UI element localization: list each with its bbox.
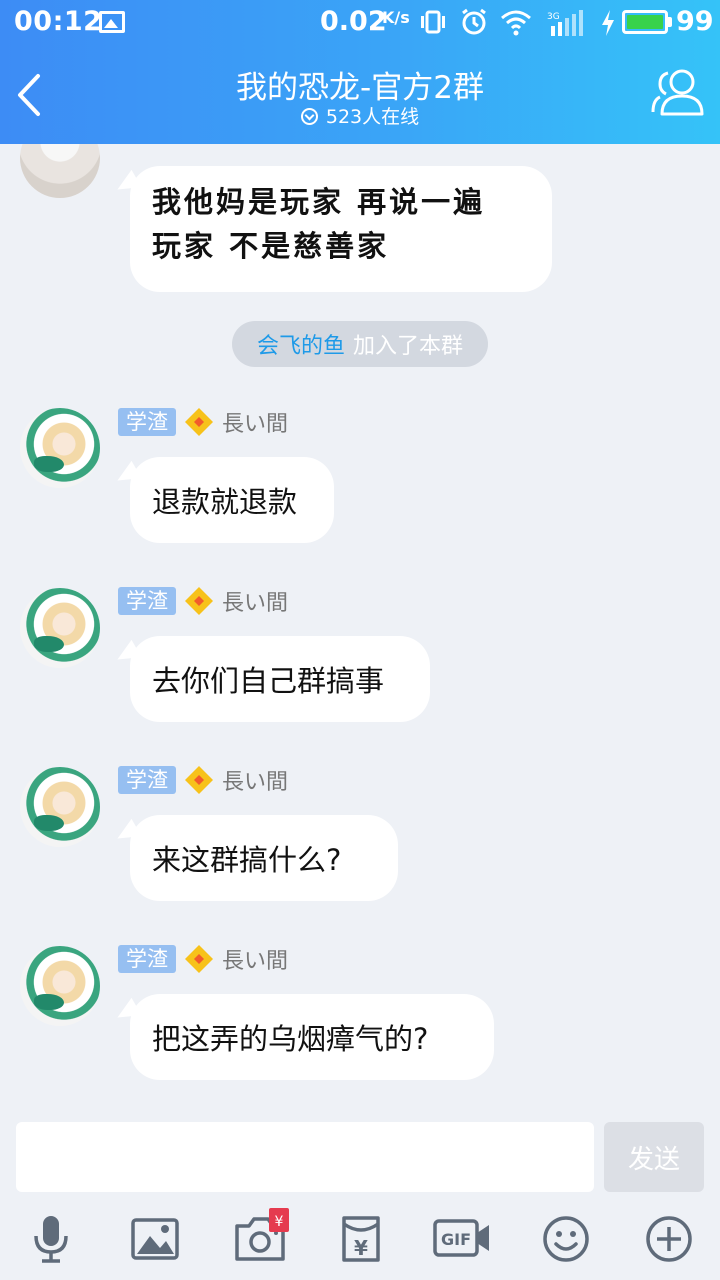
sender-row: 学渣 長い間 (118, 586, 288, 616)
online-count[interactable]: 523人在线 (260, 102, 460, 129)
sender-row: 学渣 長い間 (118, 407, 288, 437)
rank-badge: 学渣 (118, 587, 176, 615)
avatar[interactable] (20, 144, 100, 198)
vibrate-icon (421, 10, 445, 34)
online-count-label: 523人在线 (325, 106, 420, 128)
diamond-badge-icon (185, 587, 213, 615)
status-bar: 00:12 0.02 K/s 3G 99 (0, 0, 720, 46)
message-input[interactable] (16, 1122, 594, 1192)
avatar[interactable] (20, 588, 100, 668)
diamond-badge-icon (185, 408, 213, 436)
group-members-icon[interactable] (650, 66, 706, 118)
message-bubble[interactable]: 去你们自己群搞事 (130, 636, 430, 722)
message-bubble[interactable]: 我他妈是玩家 再说一遍 玩家 不是慈善家 (130, 166, 552, 292)
gif-icon[interactable]: GIF (433, 1214, 491, 1264)
message-text: 来这群搞什么? (152, 843, 342, 877)
send-button[interactable]: 发送 (604, 1122, 704, 1192)
message-text: 去你们自己群搞事 (152, 664, 385, 698)
red-packet-symbol: ¥ (354, 1236, 368, 1260)
joined-user-name[interactable]: 会飞的鱼 (257, 328, 345, 360)
message-bubble[interactable]: 来这群搞什么? (130, 815, 398, 901)
microphone-icon[interactable] (26, 1214, 76, 1264)
sender-row: 学渣 長い間 (118, 944, 288, 974)
sender-name[interactable]: 長い間 (222, 585, 288, 617)
wifi-icon (501, 10, 531, 36)
gif-label: GIF (441, 1230, 471, 1249)
rank-badge: 学渣 (118, 766, 176, 794)
gallery-notification-icon (99, 11, 125, 33)
network-type-label: 3G (547, 12, 560, 22)
camera-icon[interactable]: ¥ (233, 1208, 293, 1264)
message-text: 把这弄的乌烟瘴气的? (152, 1022, 429, 1056)
battery-fill (627, 15, 663, 29)
avatar[interactable] (20, 767, 100, 847)
battery-cap (668, 17, 672, 27)
alarm-icon (462, 8, 486, 35)
chat-messages[interactable]: 我他妈是玩家 再说一遍 玩家 不是慈善家 会飞的鱼 加入了本群 学渣 長い間 退款… (0, 144, 720, 1104)
system-notice: 会飞的鱼 加入了本群 (232, 321, 488, 367)
message-bubble[interactable]: 把这弄的乌烟瘴气的? (130, 994, 494, 1080)
message-bubble[interactable]: 退款就退款 (130, 457, 334, 543)
sender-name[interactable]: 長い間 (222, 406, 288, 438)
diamond-badge-icon (185, 945, 213, 973)
avatar[interactable] (20, 408, 100, 488)
back-arrow-icon[interactable] (10, 70, 50, 120)
diamond-badge-icon (185, 766, 213, 794)
app-header: 00:12 0.02 K/s 3G 99 我的恐龙-官方2群 523人在线 (0, 0, 720, 144)
sender-row: 学渣 長い間 (118, 765, 288, 795)
message-text: 退款就退款 (152, 485, 298, 519)
charging-icon (602, 10, 614, 36)
chevron-down-icon (300, 108, 318, 125)
sender-name[interactable]: 長い間 (222, 943, 288, 975)
red-packet-icon[interactable]: ¥ (336, 1214, 386, 1264)
group-title[interactable]: 我的恐龙-官方2群 (160, 62, 560, 107)
message-text: 我他妈是玩家 再说一遍 玩家 不是慈善家 (152, 185, 486, 263)
image-icon[interactable] (130, 1214, 180, 1264)
battery-percent: 99 (676, 6, 714, 37)
red-packet-badge-symbol: ¥ (275, 1214, 284, 1230)
rank-badge: 学渣 (118, 945, 176, 973)
system-notice-text: 加入了本群 (353, 334, 464, 359)
rank-badge: 学渣 (118, 408, 176, 436)
sender-name[interactable]: 長い間 (222, 764, 288, 796)
status-time: 00:12 (14, 6, 103, 37)
network-speed: 0.02 (320, 6, 387, 37)
plus-icon[interactable] (644, 1214, 694, 1264)
battery-icon (622, 10, 668, 34)
emoji-icon[interactable] (541, 1214, 591, 1264)
signal-icon: 3G (547, 10, 583, 36)
avatar[interactable] (20, 946, 100, 1026)
network-speed-unit: K/s (382, 8, 410, 27)
